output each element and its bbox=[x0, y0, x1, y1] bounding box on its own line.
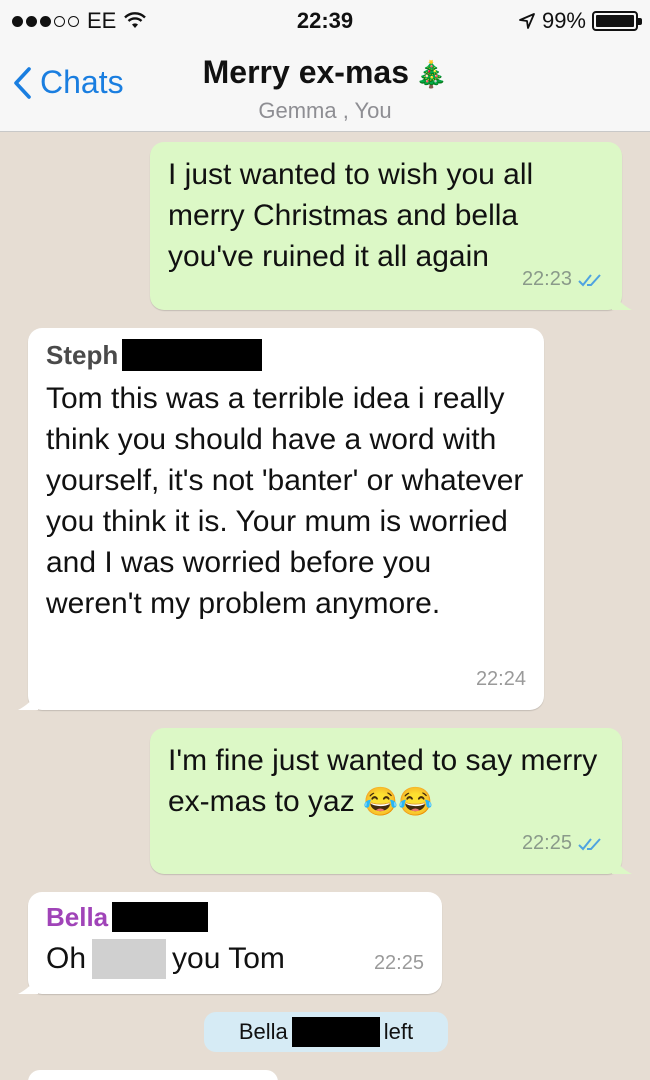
message-time: 22:25 bbox=[373, 952, 424, 974]
bubble-tail bbox=[18, 692, 38, 710]
outgoing-message[interactable]: I just wanted to wish you all merry Chri… bbox=[150, 142, 632, 310]
sender-name: Bella bbox=[46, 900, 424, 934]
status-bar: EE 22:39 99% bbox=[0, 0, 650, 42]
message-text-block: I'm fine just wanted to say merry ex-mas… bbox=[168, 740, 604, 822]
message-text-end: you Tom bbox=[172, 942, 285, 975]
message-meta: 22:23 bbox=[522, 259, 604, 300]
message-meta: 22:25 bbox=[374, 943, 424, 984]
location-arrow-icon bbox=[519, 13, 535, 29]
laughing-crying-emoji-icon: 😂😂 bbox=[363, 786, 433, 817]
bubble-tail bbox=[18, 976, 38, 994]
redaction-blur bbox=[92, 938, 167, 979]
message-text: Tom this was a terrible idea i really th… bbox=[46, 382, 524, 620]
sender-name-text: Bella bbox=[46, 902, 109, 932]
group-title-text: Merry ex-mas bbox=[202, 54, 409, 90]
group-participants[interactable]: Gemma , You bbox=[0, 98, 650, 124]
chat-header: Chats Merry ex-mas 🎄 Gemma , You bbox=[0, 42, 650, 132]
battery-icon bbox=[592, 11, 642, 31]
system-notice: Bella left bbox=[204, 1012, 448, 1052]
redaction-bar bbox=[122, 339, 263, 371]
message-time: 22:24 bbox=[475, 668, 526, 690]
message-time: 22:25 bbox=[521, 832, 572, 854]
incoming-message[interactable]: Bella Oh you Tom 22:25 bbox=[18, 892, 442, 994]
outgoing-message[interactable]: I'm fine just wanted to say merry ex-mas… bbox=[150, 728, 632, 874]
christmas-tree-icon: 🎄 bbox=[414, 59, 448, 89]
status-right: 99% bbox=[518, 8, 642, 34]
partial-message[interactable] bbox=[28, 1070, 278, 1080]
message-meta: 22:24 bbox=[476, 659, 526, 700]
battery-fill bbox=[596, 15, 634, 27]
system-notice-end: left bbox=[383, 1019, 414, 1044]
sender-name: Steph bbox=[46, 338, 526, 372]
group-title[interactable]: Merry ex-mas 🎄 bbox=[0, 54, 650, 91]
chat-area[interactable]: I just wanted to wish you all merry Chri… bbox=[0, 132, 650, 1080]
incoming-message[interactable]: Steph Tom this was a terrible idea i rea… bbox=[18, 328, 544, 710]
message-meta: 22:25 bbox=[522, 823, 604, 864]
message-text-start: Oh bbox=[46, 942, 87, 975]
double-check-icon bbox=[578, 273, 601, 286]
bubble-tail bbox=[612, 856, 632, 874]
bubble-tail bbox=[612, 292, 632, 310]
sender-name-text: Steph bbox=[46, 340, 119, 370]
redaction-bar bbox=[291, 1017, 380, 1047]
message-time: 22:23 bbox=[521, 268, 572, 290]
redaction-bar bbox=[112, 902, 209, 932]
system-notice-start: Bella bbox=[238, 1019, 288, 1044]
battery-percent: 99% bbox=[541, 8, 586, 33]
double-check-icon bbox=[578, 837, 601, 850]
message-text-block: Oh you Tom bbox=[46, 938, 424, 979]
